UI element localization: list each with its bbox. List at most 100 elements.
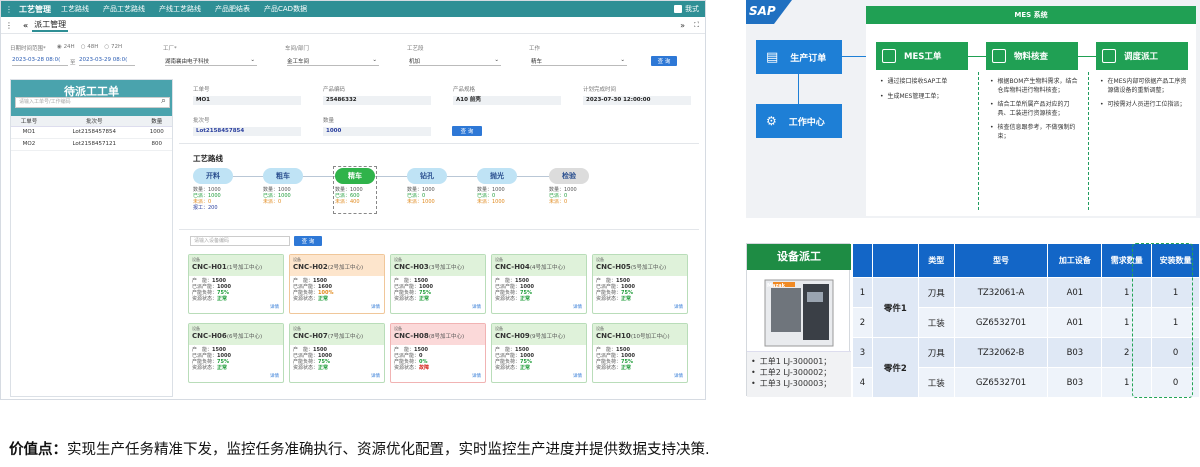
device-card-body: 产 能：1500 已派产能：1000 产能负荷：75% 资源状态：正常	[593, 276, 687, 304]
more-tabs-icon[interactable]: »	[680, 21, 685, 30]
device-detail-link[interactable]: 详情	[674, 304, 683, 310]
factory-select[interactable]: 湖南襄由电子科技 ⌄	[165, 57, 257, 66]
device-field: 资源状态：正常	[596, 296, 684, 302]
device-detail-link[interactable]: 详情	[472, 373, 481, 379]
nav-item-product-route[interactable]: 产品工艺路线	[103, 4, 145, 14]
device-detail-link[interactable]: 详情	[573, 373, 582, 379]
step-icon	[1102, 49, 1116, 63]
route-step[interactable]: 钻孔	[407, 168, 447, 184]
device-detail-link[interactable]: 详情	[270, 373, 279, 379]
chevron-down-icon: ⌄	[494, 57, 499, 63]
device-detail-link[interactable]: 详情	[674, 373, 683, 379]
nav-item-line-route[interactable]: 产线工艺路线	[159, 4, 201, 14]
device-field-label: 资源状态：	[192, 365, 218, 371]
bullet-text: 根据BOM产生物料需求，结合仓库物料进行物料核查；	[997, 78, 1078, 94]
device-card-body: 产 能：1500 已派产能：1000 产能负荷：75% 资源状态：正常	[391, 276, 485, 304]
route-step-stats: 数量：1000 已派：1000 未派：0	[263, 187, 291, 205]
route-step[interactable]: 精车	[335, 168, 375, 184]
device-desc: (6号加工中心)	[226, 334, 263, 340]
row-index: 4	[852, 367, 873, 398]
dispatch-order-text: 工单3 LJ-300003；	[759, 379, 832, 388]
device-detail-link[interactable]: 详情	[371, 373, 380, 379]
column-header: 工单号	[11, 116, 47, 127]
route-step[interactable]: 粗车	[263, 168, 303, 184]
device-card[interactable]: 设备 CNC-H04(4号加工中心) 产 能：1500 已派产能：1000 产能负荷：7…	[491, 254, 587, 314]
route-connector	[233, 176, 263, 177]
table-row[interactable]: MO2 Lot2158457121 800	[11, 138, 172, 151]
tab-dispatch[interactable]: 派工管理	[32, 19, 69, 32]
collapse-icon[interactable]: «	[23, 21, 28, 30]
nav-item-product-bom[interactable]: 产品肥结表	[215, 4, 250, 14]
menu-icon[interactable]: ⋮	[5, 5, 13, 14]
route-step[interactable]: 开料	[193, 168, 233, 184]
bullet-item: • 核查信息跟参考，不做强制约束；	[990, 124, 1078, 141]
node-production-order: ▤ 生产订单	[756, 40, 842, 74]
order-label: 数量	[323, 118, 335, 124]
part-name: 零件2	[871, 337, 919, 398]
device-desc: (10号加工中心)	[630, 334, 670, 340]
station-select[interactable]: 精车 ⌄	[531, 57, 627, 66]
order-label: 产品编码	[323, 87, 346, 93]
radio-24h[interactable]: ◉ 24H	[57, 44, 75, 50]
device-field: 资源状态：正常	[192, 296, 280, 302]
user-area[interactable]: 我式	[674, 4, 699, 14]
cell-type: 刀具	[917, 337, 955, 368]
filter-query-button[interactable]: 查 询	[651, 56, 677, 66]
device-field-label: 资源状态：	[394, 296, 420, 302]
order-field-product_code: 25486332	[323, 96, 431, 105]
chevron-down-icon: ⌄	[620, 57, 625, 63]
fullscreen-icon[interactable]: ⛶	[694, 21, 699, 30]
device-code: CNC-H08	[394, 332, 429, 340]
device-detail-link[interactable]: 详情	[472, 304, 481, 310]
date-to-input[interactable]: 2023-03-29 08:0(	[79, 57, 135, 66]
bullet-dot: •	[880, 78, 884, 85]
pending-search-input[interactable]: 请输入工单号/工作编码	[15, 97, 170, 108]
search-icon[interactable]: ⌕	[161, 96, 166, 106]
device-card[interactable]: 设备 CNC-H07(7号加工中心) 产 能：1500 已派产能：1000 产能负荷：7…	[289, 323, 385, 383]
order-query-button[interactable]: 查 询	[452, 126, 482, 136]
radio-48h[interactable]: ○ 48H	[81, 44, 99, 50]
device-detail-link[interactable]: 详情	[371, 304, 380, 310]
chevron-down-icon: ⌄	[372, 57, 377, 63]
device-detail-link[interactable]: 详情	[573, 304, 582, 310]
step-arrow	[1078, 56, 1096, 57]
table-cell: 800	[141, 138, 172, 151]
device-card[interactable]: 设备 CNC-H10(10号加工中心) 产 能：1500 已派产能：1000 产能负荷：…	[592, 323, 688, 383]
dispatch-order-item: • 工单3 LJ-300003；	[751, 378, 851, 389]
process-select[interactable]: 机加 ⌄	[409, 57, 501, 66]
order-label: 批次号	[193, 118, 210, 124]
bullet-item: • 可按需对人员进行工位指派；	[1100, 101, 1188, 110]
device-card[interactable]: 设备 CNC-H05(5号加工中心) 产 能：1500 已派产能：1000 产能负荷：7…	[592, 254, 688, 314]
radio-72h[interactable]: ○ 72H	[104, 44, 122, 50]
table-row[interactable]: MO1 Lot2158457854 1000	[11, 126, 172, 139]
route-step-stats: 数量：1000 已派：0 未派：0	[549, 187, 577, 205]
device-search-input[interactable]: 请输入设备编码	[190, 236, 290, 246]
device-field: 资源状态：正常	[293, 296, 381, 302]
device-card-header: 设备 CNC-H08(8号加工中心)	[391, 324, 485, 345]
date-from-input[interactable]: 2023-03-28 08:0(	[12, 57, 68, 66]
device-card[interactable]: 设备 CNC-H09(9号加工中心) 产 能：1500 已派产能：1000 产能负荷：7…	[491, 323, 587, 383]
route-stat-line: 未派：0	[263, 199, 282, 205]
route-step-stats: 数量：1000 已派：600 未派：400	[335, 187, 363, 205]
route-step[interactable]: 抛光	[477, 168, 517, 184]
row-index: 1	[852, 277, 873, 308]
table-cell: 1000	[141, 126, 172, 139]
device-field-label: 资源状态：	[596, 296, 622, 302]
table-cell: Lot2158457854	[46, 126, 142, 139]
device-query-button[interactable]: 查 询	[294, 236, 322, 246]
device-card[interactable]: 设备 CNC-H02(2号加工中心) 产 能：1500 已派产能：1600 产能负荷：1…	[289, 254, 385, 314]
sidebar-toggle-icon[interactable]: ⋮	[5, 21, 13, 30]
device-card[interactable]: 设备 CNC-H06(6号加工中心) 产 能：1500 已派产能：1000 产能负荷：7…	[188, 323, 284, 383]
device-card[interactable]: 设备 CNC-H03(3号加工中心) 产 能：1500 已派产能：1000 产能负荷：7…	[390, 254, 486, 314]
workshop-select[interactable]: 金工车间 ⌄	[287, 57, 379, 66]
nav-item-product-cad[interactable]: 产品CAD数据	[264, 4, 307, 14]
quick-range-radios[interactable]: ◉ 24H ○ 48H ○ 72H	[57, 44, 122, 50]
device-card[interactable]: 设备 CNC-H01(1号加工中心) 产 能：1500 已派产能：1000 产能负荷：7…	[188, 254, 284, 314]
bullet-text: 生成MES管理工单；	[887, 92, 943, 100]
nav-item-process-route[interactable]: 工艺路线	[61, 4, 89, 14]
value-point: 价值点：实现生产任务精准下发，监控任务准确执行、资源优化配置，实时监控生产进度并…	[9, 438, 710, 459]
device-detail-link[interactable]: 详情	[270, 304, 279, 310]
device-card[interactable]: 设备 CNC-H08(8号加工中心) 产 能：1500 已派产能：0 产能负荷：0% 资源…	[390, 323, 486, 383]
cell-model: TZ32062-B	[953, 337, 1049, 368]
route-step[interactable]: 检验	[549, 168, 589, 184]
